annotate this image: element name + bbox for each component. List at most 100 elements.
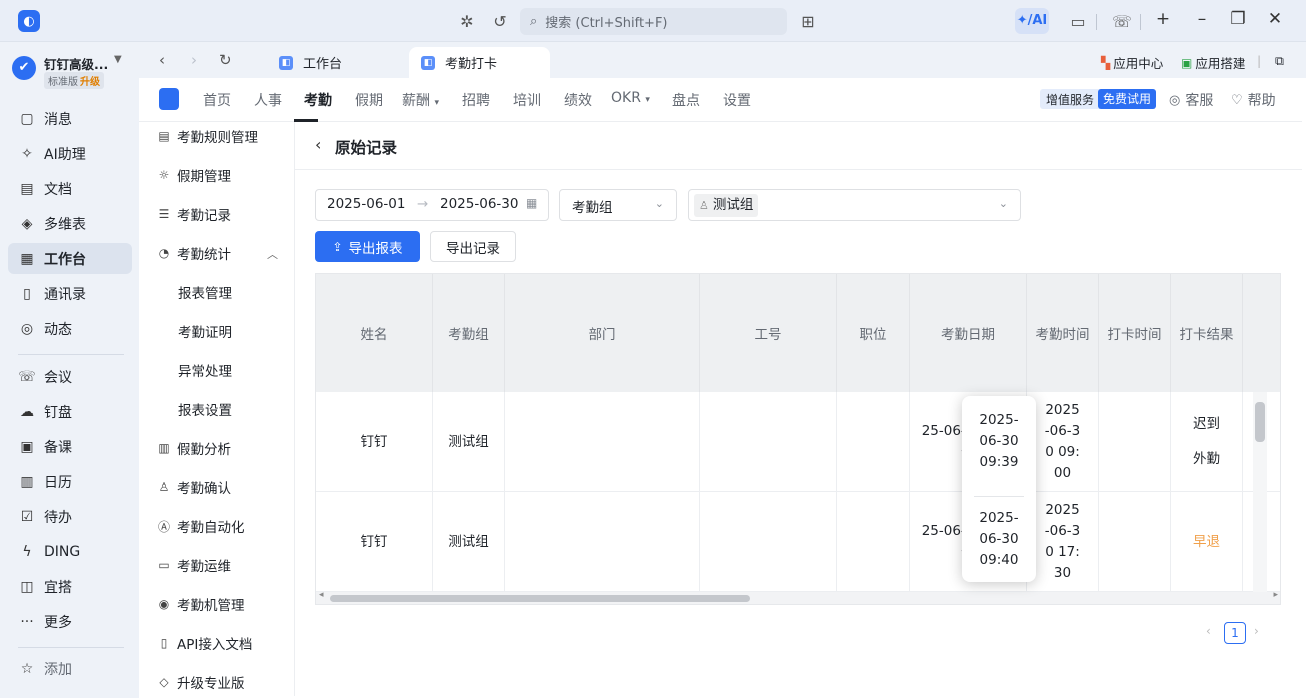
screen-cast-icon[interactable]: ▭ <box>1067 12 1089 31</box>
customer-service-link[interactable]: ◎ 客服 <box>1169 90 1213 110</box>
menu-operations[interactable]: ▭ 考勤运维 <box>157 555 231 575</box>
nav-item-yida[interactable]: ◫ 宜搭 <box>8 571 132 602</box>
refresh-icon[interactable]: ↻ <box>219 51 232 69</box>
history-icon[interactable]: ↺ <box>489 12 511 31</box>
attendance-group-select[interactable]: 考勤组 ⌄ <box>559 189 677 221</box>
chevron-up-icon[interactable]: ︿ <box>267 246 278 262</box>
select-value: 考勤组 <box>572 200 613 216</box>
group-tag[interactable]: ♙ 测试组 <box>694 194 759 217</box>
global-search-input[interactable]: ⌕ 搜索 (Ctrl+Shift+F) <box>520 8 787 35</box>
scrollbar-thumb[interactable] <box>330 595 750 602</box>
menu-rule-management[interactable]: ▤ 考勤规则管理 <box>157 126 258 146</box>
menu-upgrade-pro[interactable]: ◇ 升级专业版 <box>157 672 244 692</box>
menu-leave-management[interactable]: ☼ 假期管理 <box>157 165 231 185</box>
nav-item-feed[interactable]: ◎ 动态 <box>8 313 132 344</box>
chevron-down-icon: ⌄ <box>998 197 1008 210</box>
cell-empno <box>700 492 837 592</box>
minimize-icon[interactable]: – <box>1190 9 1214 29</box>
attendance-speed-icon[interactable]: ✲ <box>456 12 478 31</box>
prev-page-icon[interactable]: ‹ <box>1206 624 1211 638</box>
org-switcher[interactable]: ✔ 钉钉高级... ▼ 标准版 升级 <box>10 52 134 92</box>
tab-attendance[interactable]: ◧ 考勤打卡 <box>409 47 550 78</box>
app-builder-link[interactable]: ▣ 应用搭建 <box>1181 53 1245 72</box>
nav-item-ding[interactable]: ϟ DING <box>8 536 132 567</box>
topnav-performance[interactable]: 绩效 <box>564 90 592 110</box>
nav-item-lesson-prep[interactable]: ▣ 备课 <box>8 431 132 462</box>
scroll-right-arrow-icon[interactable]: ▸ <box>1273 590 1278 600</box>
user-icon: ♙ <box>699 199 709 212</box>
date-start: 2025-06-01 <box>327 196 406 212</box>
scroll-left-arrow-icon[interactable]: ◂ <box>319 590 324 600</box>
app-center-link[interactable]: ▚ 应用中心 <box>1101 53 1163 72</box>
value-added-service-badge[interactable]: 增值服务 免费试用 <box>1040 89 1157 109</box>
topnav-hr[interactable]: 人事 <box>254 90 282 110</box>
ai-button[interactable]: ✦/AI <box>1015 8 1049 34</box>
group-filter-select[interactable]: ♙ 测试组 ⌄ <box>688 189 1021 221</box>
menu-automation[interactable]: Ⓐ 考勤自动化 <box>157 516 245 537</box>
close-icon[interactable]: ✕ <box>1263 9 1287 29</box>
nav-item-multi-table[interactable]: ◈ 多维表 <box>8 208 132 239</box>
topnav-okr[interactable]: OKR ▾ <box>611 90 650 106</box>
topnav-inventory[interactable]: 盘点 <box>672 90 700 110</box>
menu-api-docs[interactable]: ▯ API接入文档 <box>157 633 253 653</box>
nav-label: 宜搭 <box>44 579 72 596</box>
upgrade-link[interactable]: 升级 <box>80 77 100 88</box>
topnav-salary[interactable]: 薪酬 ▾ <box>402 90 439 110</box>
stats-pie-icon: ◔ <box>158 246 170 260</box>
page-number[interactable]: 1 <box>1224 622 1246 644</box>
nav-item-workbench[interactable]: ▦ 工作台 <box>8 243 132 274</box>
nav-item-meeting[interactable]: ☏ 会议 <box>8 361 132 392</box>
menu-report-management[interactable]: 报表管理 <box>178 282 232 302</box>
topnav-attendance[interactable]: 考勤 <box>304 90 332 110</box>
topnav-training[interactable]: 培训 <box>513 90 541 110</box>
column-header-name: 姓名 <box>316 274 433 392</box>
table-row[interactable]: 钉钉 测试组 25-06-30 星期一 2025-06-30 17:30 早退 <box>316 492 1280 592</box>
nav-item-ai-assistant[interactable]: ✧ AI助理 <box>8 138 132 169</box>
nav-item-more[interactable]: ··· 更多 <box>8 606 132 637</box>
nav-label: 待办 <box>44 509 72 526</box>
caret-down-icon[interactable]: ▼ <box>114 54 122 65</box>
nav-item-contacts[interactable]: ▯ 通讯录 <box>8 278 132 309</box>
back-chevron-icon[interactable]: ‹ <box>315 135 321 154</box>
search-placeholder: 搜索 (Ctrl+Shift+F) <box>545 16 668 31</box>
scrollbar-thumb[interactable] <box>1255 402 1265 442</box>
export-report-button[interactable]: ⇪ 导出报表 <box>315 231 420 262</box>
topnav-recruit[interactable]: 招聘 <box>462 90 490 110</box>
search-icon: ⌕ <box>530 14 538 29</box>
horizontal-scrollbar[interactable]: ◂ ▸ <box>316 590 1280 604</box>
menu-report-settings[interactable]: 报表设置 <box>178 399 232 419</box>
phone-icon[interactable]: ☏ <box>1111 12 1133 31</box>
menu-attendance-records[interactable]: ☰ 考勤记录 <box>157 204 231 224</box>
menu-exception-handling[interactable]: 异常处理 <box>178 360 232 380</box>
new-window-plus-icon[interactable]: + <box>1151 9 1175 29</box>
nav-item-calendar[interactable]: ▥ 日历 <box>8 466 132 497</box>
maximize-icon[interactable]: ❐ <box>1226 9 1250 29</box>
rule-icon: ▤ <box>158 129 170 143</box>
date-range-picker[interactable]: 2025-06-01 → 2025-06-30 ▦ <box>315 189 549 221</box>
nav-item-drive[interactable]: ☁ 钉盘 <box>8 396 132 427</box>
menu-attendance-proof[interactable]: 考勤证明 <box>178 321 232 341</box>
grid-apps-icon[interactable]: ⊞ <box>797 12 819 31</box>
topnav-settings[interactable]: 设置 <box>723 90 751 110</box>
nav-item-docs[interactable]: ▤ 文档 <box>8 173 132 204</box>
topnav-home[interactable]: 首页 <box>203 90 231 110</box>
menu-attendance-confirm[interactable]: ♙ 考勤确认 <box>157 477 231 497</box>
menu-attendance-stats[interactable]: ◔ 考勤统计 <box>157 243 231 263</box>
next-page-icon[interactable]: › <box>1254 624 1259 638</box>
vertical-scrollbar[interactable] <box>1253 392 1267 592</box>
table-row[interactable]: 钉钉 测试组 25-06-30 星期一 2025-06-30 09:00 迟到 … <box>316 392 1280 492</box>
tab-workbench[interactable]: ◧ 工作台 <box>267 47 402 78</box>
export-record-button[interactable]: 导出记录 <box>430 231 516 262</box>
menu-leave-analysis[interactable]: ▥ 假勤分析 <box>157 438 231 458</box>
nav-item-messages[interactable]: ▢ 消息 <box>8 103 132 134</box>
topnav-leave[interactable]: 假期 <box>355 90 383 110</box>
open-external-icon[interactable]: ⧉ <box>1275 53 1284 69</box>
nav-item-add[interactable]: ☆ 添加 <box>8 653 132 684</box>
dingtalk-logo-icon[interactable]: ◐ <box>18 10 40 32</box>
message-icon: ▢ <box>20 110 34 127</box>
forward-arrow-icon[interactable]: › <box>191 51 197 69</box>
back-arrow-icon[interactable]: ‹ <box>159 51 165 69</box>
nav-item-todo[interactable]: ☑ 待办 <box>8 501 132 532</box>
menu-device-management[interactable]: ◉ 考勤机管理 <box>157 594 245 614</box>
help-link[interactable]: ♡ 帮助 <box>1231 90 1276 110</box>
